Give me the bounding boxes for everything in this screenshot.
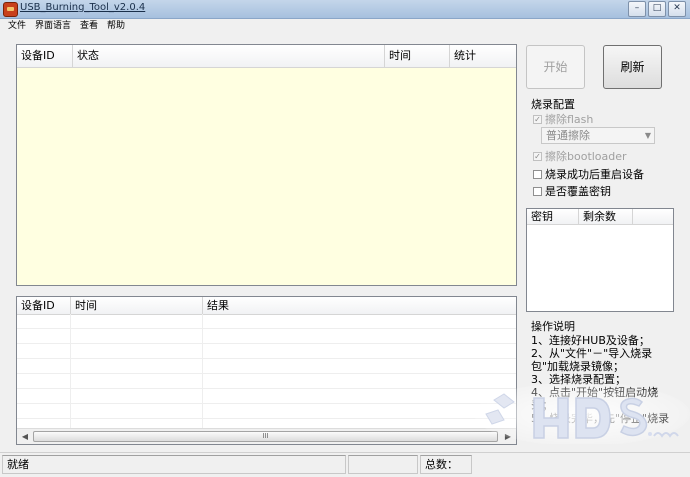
device-table[interactable]: 设备ID 状态 时间 统计	[16, 44, 517, 286]
column-device-id[interactable]: 设备ID	[17, 45, 73, 67]
erase-mode-value: 普通擦除	[546, 129, 590, 142]
horizontal-scrollbar[interactable]: ◀ III ▶	[17, 428, 516, 444]
erase-bootloader-label: 擦除bootloader	[545, 150, 627, 163]
close-button[interactable]: ✕	[668, 1, 686, 17]
minimize-button[interactable]: –	[628, 1, 646, 17]
scroll-thumb[interactable]: III	[33, 431, 498, 442]
menu-help[interactable]: 帮助	[107, 19, 125, 33]
key-column-key[interactable]: 密钥	[527, 209, 579, 224]
log-column-time[interactable]: 时间	[71, 297, 203, 314]
burn-config-title: 烧录配置	[531, 98, 575, 111]
column-status[interactable]: 状态	[73, 45, 385, 67]
menu-view[interactable]: 查看	[80, 19, 98, 33]
key-column-remaining[interactable]: 剩余数	[579, 209, 633, 224]
window-title: USB_Burning_Tool_v2.0.4	[20, 2, 146, 13]
scroll-right-icon[interactable]: ▶	[501, 430, 515, 443]
overwrite-key-label: 是否覆盖密钥	[545, 185, 611, 198]
device-table-header: 设备ID 状态 时间 统计	[17, 45, 516, 68]
chevron-down-icon: ▼	[644, 131, 651, 140]
help-text: 1、连接好HUB及设备； 2、从"文件"－"导入烧录包"加载烧录镜像； 3、选择…	[531, 334, 670, 425]
reboot-after-success-label: 烧录成功后重启设备	[545, 168, 644, 181]
log-table[interactable]: 设备ID 时间 结果 ◀ III ▶	[16, 296, 517, 445]
erase-flash-checkbox[interactable]: ✓ 擦除flash	[533, 111, 593, 127]
column-time[interactable]: 时间	[385, 45, 450, 67]
log-column-result[interactable]: 结果	[203, 297, 516, 314]
start-button[interactable]: 开始	[526, 45, 585, 89]
overwrite-key-checkbox[interactable]: 是否覆盖密钥	[533, 183, 611, 199]
log-column-device-id[interactable]: 设备ID	[17, 297, 71, 314]
log-rows	[17, 314, 516, 428]
status-bar: 就绪 总数：	[0, 452, 690, 477]
log-table-header: 设备ID 时间 结果	[17, 297, 516, 315]
app-icon	[3, 2, 18, 17]
key-table[interactable]: 密钥 剩余数	[526, 208, 674, 312]
status-panel-empty	[348, 455, 418, 474]
refresh-button[interactable]: 刷新	[603, 45, 662, 89]
erase-flash-label: 擦除flash	[545, 113, 594, 126]
title-bar[interactable]: USB_Burning_Tool_v2.0.4 – □ ✕	[0, 0, 690, 19]
status-state: 就绪	[2, 455, 346, 474]
menu-bar: 文件 界面语言 查看 帮助	[0, 19, 690, 33]
checkmark-icon: ✓	[533, 114, 542, 124]
maximize-button[interactable]: □	[648, 1, 666, 17]
status-total: 总数：	[420, 455, 472, 474]
column-statistics[interactable]: 统计	[450, 45, 516, 67]
reboot-after-success-checkbox[interactable]: 烧录成功后重启设备	[533, 166, 644, 182]
key-table-header: 密钥 剩余数	[527, 209, 673, 225]
erase-mode-select[interactable]: 普通擦除 ▼	[541, 127, 655, 144]
menu-language[interactable]: 界面语言	[35, 19, 71, 33]
erase-bootloader-checkbox[interactable]: ✓ 擦除bootloader	[533, 148, 627, 164]
help-title: 操作说明	[531, 320, 575, 333]
scroll-left-icon[interactable]: ◀	[18, 430, 32, 443]
checkmark-icon: ✓	[533, 151, 542, 161]
menu-file[interactable]: 文件	[8, 19, 26, 33]
